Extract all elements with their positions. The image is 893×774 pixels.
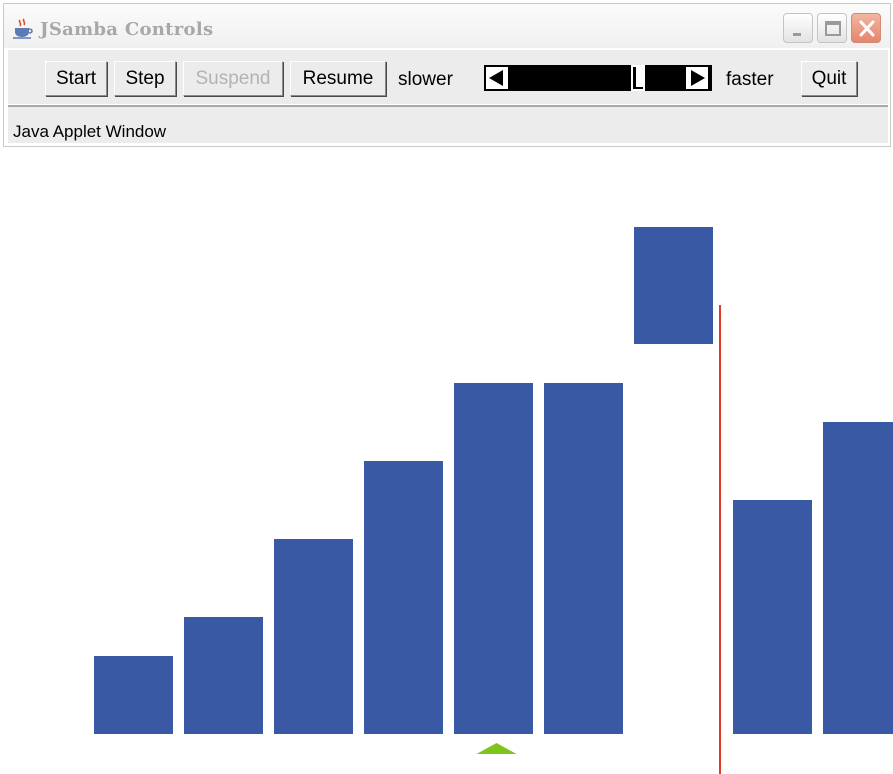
faster-label: faster: [726, 69, 774, 90]
resume-button[interactable]: Resume: [290, 61, 386, 96]
sort-visualization-canvas: [94, 227, 893, 774]
bar: [823, 422, 893, 734]
maximize-icon: [825, 21, 841, 36]
minimize-icon: [793, 33, 801, 36]
applet-window: JSamba Controls Start Step Suspend Resum…: [3, 3, 891, 147]
maximize-button[interactable]: [817, 13, 847, 43]
bar: [274, 539, 353, 734]
bar: [733, 500, 812, 734]
lifted-bar: [634, 227, 713, 344]
bar: [454, 383, 533, 734]
bar: [364, 461, 443, 734]
start-button[interactable]: Start: [45, 61, 107, 96]
slider-thumb[interactable]: [631, 65, 645, 91]
java-coffee-cup-icon: [12, 18, 34, 40]
quit-button[interactable]: Quit: [801, 61, 857, 96]
bar: [544, 383, 623, 734]
suspend-button[interactable]: Suspend: [183, 61, 283, 96]
close-button[interactable]: [851, 13, 881, 43]
bar: [94, 656, 173, 734]
bar: [184, 617, 263, 734]
minimize-button[interactable]: [783, 13, 813, 43]
close-icon: [859, 20, 875, 37]
status-bar: Java Applet Window: [8, 105, 888, 143]
title-bar[interactable]: JSamba Controls: [4, 4, 890, 48]
slider-right-arrow-icon[interactable]: [686, 67, 708, 89]
speed-slider[interactable]: [484, 65, 712, 91]
current-index-pointer-icon: [476, 743, 517, 754]
window-title: JSamba Controls: [40, 19, 214, 40]
step-button[interactable]: Step: [114, 61, 176, 96]
slower-label: slower: [398, 69, 453, 90]
status-text: Java Applet Window: [13, 122, 167, 141]
control-toolbar: Start Step Suspend Resume slower faster …: [8, 50, 888, 104]
slider-left-arrow-icon[interactable]: [486, 67, 508, 89]
